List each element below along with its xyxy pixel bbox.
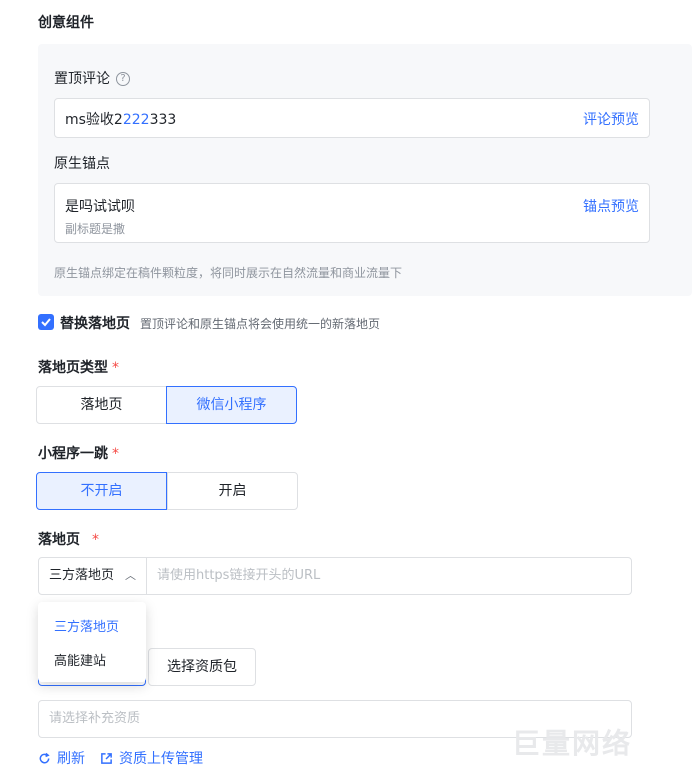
landing-type-label-text: 落地页类型 <box>38 360 108 376</box>
chevron-up-icon: ︿ <box>125 569 136 582</box>
dropdown-option-third-party[interactable]: 三方落地页 <box>54 616 119 635</box>
required-mark: * <box>112 360 119 376</box>
watermark: 巨量网络 <box>512 727 633 760</box>
landing-type-dropdown: 三方落地页 高能建站 <box>38 602 146 682</box>
native-anchor-hint: 原生锚点绑定在稿件颗粒度，将同时展示在自然流量和商业流量下 <box>54 266 403 280</box>
qualification-upload-label: 资质上传管理 <box>119 751 203 767</box>
qualification-select-placeholder: 请选择补充资质 <box>49 711 141 726</box>
pinned-comment-field[interactable]: ms验收2222333 评论预览 <box>54 98 650 138</box>
refresh-button[interactable]: 刷新 <box>38 748 85 768</box>
question-circle-icon[interactable]: ? <box>116 72 130 86</box>
landing-url-group: 三方落地页 ︿ 请使用https链接开头的URL <box>38 557 632 595</box>
landing-type-option-landing[interactable]: 落地页 <box>36 386 167 424</box>
pinned-comment-value-highlight: 222 <box>122 112 150 128</box>
refresh-label: 刷新 <box>57 751 85 767</box>
landing-url-input[interactable]: 请使用https链接开头的URL <box>157 558 320 594</box>
pinned-comment-value-prefix: ms验收2 <box>65 112 123 128</box>
mini-program-jump-label: 小程序一跳 * <box>38 443 119 463</box>
landing-type-option-mini-program[interactable]: 微信小程序 <box>166 386 297 424</box>
native-anchor-label: 原生锚点 <box>54 156 110 172</box>
native-anchor-subtitle: 副标题是撒 <box>65 222 126 236</box>
native-anchor-field[interactable]: 是吗试试呗 副标题是撒 锚点预览 <box>54 183 650 243</box>
qualification-upload-link[interactable]: 资质上传管理 <box>100 748 203 768</box>
dropdown-option-site-builder[interactable]: 高能建站 <box>54 650 106 669</box>
required-mark: * <box>112 446 119 462</box>
pinned-comment-value: ms验收2222333 <box>65 109 176 129</box>
checkmark-icon <box>41 318 51 327</box>
section-title: 创意组件 <box>38 15 94 31</box>
pinned-comment-label-text: 置顶评论 <box>54 71 110 87</box>
refresh-icon <box>39 752 50 764</box>
mini-program-jump-option-on[interactable]: 开启 <box>167 472 298 510</box>
landing-type-select[interactable]: 三方落地页 ︿ <box>39 558 147 594</box>
landing-type-select-value: 三方落地页 <box>49 568 115 583</box>
replace-landing-label[interactable]: 替换落地页 <box>60 313 130 333</box>
landing-page-label-text: 落地页 <box>38 532 80 548</box>
pinned-comment-value-suffix: 333 <box>149 112 177 128</box>
required-mark: * <box>92 532 99 548</box>
landing-page-label: 落地页 * <box>38 529 99 549</box>
creative-panel <box>38 44 692 296</box>
replace-landing-checkbox[interactable] <box>38 314 54 330</box>
comment-preview-link[interactable]: 评论预览 <box>583 109 639 129</box>
landing-type-label: 落地页类型 * <box>38 357 119 377</box>
select-qualification-pack-button[interactable]: 选择资质包 <box>148 648 256 686</box>
replace-landing-hint: 置顶评论和原生锚点将会使用统一的新落地页 <box>140 317 381 331</box>
pinned-comment-label: 置顶评论? <box>54 68 130 88</box>
mini-program-jump-label-text: 小程序一跳 <box>38 446 108 462</box>
native-anchor-title: 是吗试试呗 <box>65 199 135 215</box>
mini-program-jump-option-off[interactable]: 不开启 <box>36 472 167 510</box>
anchor-preview-link[interactable]: 锚点预览 <box>583 196 639 216</box>
external-link-icon <box>101 753 112 764</box>
